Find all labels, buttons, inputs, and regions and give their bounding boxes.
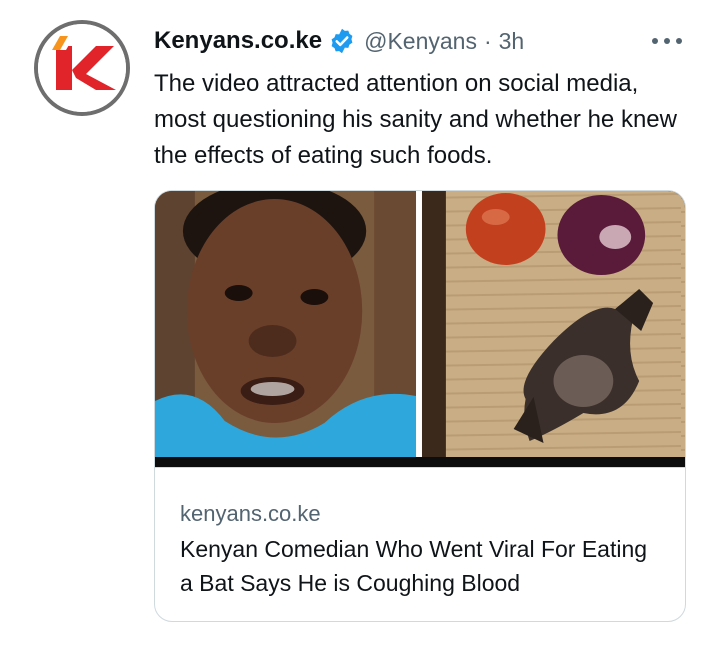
tweet-text: The video attracted attention on social … [154, 70, 677, 169]
link-card[interactable]: kenyans.co.ke Kenyan Comedian Who Went V… [154, 190, 686, 622]
card-domain: kenyans.co.ke [180, 501, 321, 526]
more-dot [676, 38, 682, 44]
author-name[interactable]: Kenyans.co.ke [154, 27, 322, 55]
more-dot [664, 38, 670, 44]
card-info[interactable]: kenyans.co.ke Kenyan Comedian Who Went V… [155, 467, 685, 621]
tweet-header: Kenyans.co.ke @Kenyans · 3h [154, 26, 524, 56]
tweet[interactable]: Kenyans.co.ke @Kenyans · 3h The video at… [0, 0, 716, 649]
kenyans-logo-icon [38, 24, 126, 112]
verified-badge-icon [328, 27, 356, 55]
card-image[interactable] [155, 191, 685, 467]
separator-dot: · [483, 27, 492, 54]
tweet-time[interactable]: 3h [499, 28, 525, 55]
card-photo-icon [155, 191, 685, 467]
more-options-icon[interactable] [652, 30, 682, 52]
card-title: Kenyan Comedian Who Went Viral For Eatin… [180, 536, 648, 596]
more-dot [652, 38, 658, 44]
avatar[interactable] [34, 20, 130, 116]
author-handle[interactable]: @Kenyans [364, 28, 477, 55]
